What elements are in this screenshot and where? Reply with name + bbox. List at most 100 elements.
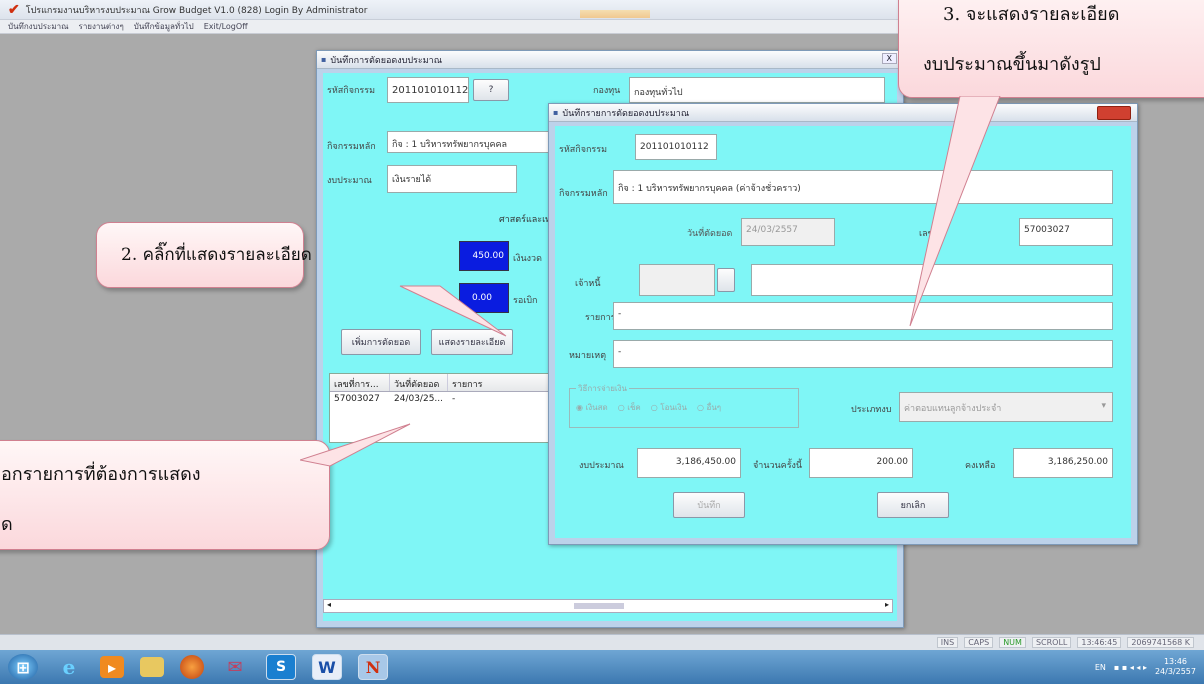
- tray-language[interactable]: EN: [1095, 663, 1106, 672]
- tray-icons[interactable]: ▪ ▪ ◂ ◂ ▸: [1114, 663, 1147, 672]
- lookup-button[interactable]: ?: [473, 79, 509, 101]
- budget-category-select[interactable]: ค่าตอบแทนลูกจ้างประจำ ▾: [899, 392, 1113, 422]
- grid-header-date[interactable]: วันที่ตัดยอด: [390, 374, 448, 391]
- detail-window: ▪ บันทึกรายการตัดยอดงบประมาณ รหัสกิจกรรม…: [548, 103, 1138, 545]
- detail-window-body: รหัสกิจกรรม 201101010112 กิจกรรมหลัก กิจ…: [555, 126, 1131, 538]
- detail-creditor-label: เจ้าหนี้: [575, 279, 601, 289]
- detail-creditor-code[interactable]: [639, 264, 715, 296]
- mail-icon[interactable]: ✉: [220, 654, 250, 680]
- project-text: ศาสตร์และเทคโนโลยี: [495, 208, 555, 228]
- detail-this-time-field[interactable]: 200.00: [809, 448, 913, 478]
- callout-1-line-2: ด: [1, 514, 13, 535]
- detail-budget-label: งบประมาณ: [579, 461, 624, 471]
- app-logo-icon: ✔: [8, 1, 20, 18]
- scroll-left-icon[interactable]: ◂: [327, 600, 331, 609]
- callout-3-line-1: 3. จะแสดงรายละเอียด: [943, 4, 1120, 25]
- group-label: กองทุน: [593, 86, 621, 96]
- menu-item-exit[interactable]: Exit/LogOff: [204, 22, 248, 31]
- grid-header-row: เลขที่การ... วันที่ตัดยอด รายการ: [330, 374, 552, 392]
- activity-label: กิจกรรมหลัก: [327, 142, 376, 152]
- detail-doc-no-field[interactable]: 57003027: [1019, 218, 1113, 246]
- detail-activity-field[interactable]: กิจ : 1 บริหารทรัพยากรบุคคล (ค่าจ้างชั่ว…: [613, 170, 1113, 204]
- start-icon[interactable]: ⊞: [8, 654, 38, 680]
- main-window-titlebar: ▪ บันทึกการตัดยอดงบประมาณ X: [317, 51, 903, 69]
- callout-2-pointer: [399, 285, 507, 337]
- grid-cell-doc-no: 57003027: [334, 394, 380, 404]
- detail-activity-code-field[interactable]: 201101010112: [635, 134, 717, 160]
- scroll-thumb[interactable]: [574, 603, 624, 609]
- detail-budget-field[interactable]: 3,186,450.00: [637, 448, 741, 478]
- titlebar-highlight: [580, 10, 650, 18]
- budget-type-field[interactable]: เงินรายได้: [387, 165, 517, 193]
- detail-this-time-label: จำนวนครั้งนี้: [753, 461, 803, 471]
- grid-header-item[interactable]: รายการ: [448, 374, 552, 391]
- status-caps: CAPS: [964, 637, 994, 648]
- table-row[interactable]: 57003027 24/03/25... -: [330, 392, 552, 408]
- grid-header-doc-no[interactable]: เลขที่การ...: [330, 374, 390, 391]
- detail-date-field[interactable]: 24/03/2557: [741, 218, 835, 246]
- radio-transfer-label: โอนเงิน: [660, 403, 687, 412]
- radio-check[interactable]: ○ เช็ค: [618, 401, 641, 414]
- scroll-right-icon[interactable]: ▸: [885, 600, 889, 609]
- radio-other[interactable]: ○ อื่นๆ: [697, 401, 721, 414]
- group-field[interactable]: กองทุนทั่วไป: [629, 77, 885, 103]
- payment-method-legend: วิธีการจ่ายเงิน: [576, 382, 629, 395]
- status-memory: 2069741568 K: [1127, 637, 1194, 648]
- window-icon: ▪: [321, 55, 327, 64]
- system-tray: EN ▪ ▪ ◂ ◂ ▸ 13:46 24/3/2557: [1095, 650, 1196, 684]
- status-num: NUM: [999, 637, 1026, 648]
- ie-icon[interactable]: e: [54, 654, 84, 680]
- taskbar: ⊞ e ▸ ✉ S W N: [0, 650, 1204, 684]
- chevron-down-icon[interactable]: ▾: [1101, 401, 1106, 411]
- callout-1-line-1: อกรายการที่ต้องการแสดง: [1, 464, 201, 485]
- callout-1-pointer: [300, 423, 411, 467]
- cancel-button[interactable]: ยกเลิก: [877, 492, 949, 518]
- detail-note-field[interactable]: -: [613, 340, 1113, 368]
- save-button[interactable]: บันทึก: [673, 492, 745, 518]
- amount1-label: เงินงวด: [513, 254, 542, 264]
- explorer-icon[interactable]: [140, 657, 164, 677]
- callout-step-2: 2. คลิ๊กที่แสดงรายละเอียด: [96, 222, 312, 288]
- menu-item-reports[interactable]: รายงานต่างๆ: [79, 20, 124, 33]
- menu-item-budget[interactable]: บันทึกงบประมาณ: [8, 20, 69, 33]
- activity-code-field[interactable]: 201101010112: [387, 77, 469, 103]
- status-ins: INS: [936, 637, 959, 648]
- status-strip: INS CAPS NUM SCROLL 13:46:45 2069741568 …: [0, 634, 1204, 650]
- main-window-title: บันทึกการตัดยอดงบประมาณ: [330, 55, 443, 66]
- creditor-lookup-button[interactable]: [717, 268, 735, 292]
- activity-code-label: รหัสกิจกรรม: [327, 86, 376, 96]
- detail-window-title: บันทึกรายการตัดยอดงบประมาณ: [562, 108, 690, 119]
- callout-2-text: 2. คลิ๊กที่แสดงรายละเอียด: [121, 245, 312, 265]
- firefox-icon[interactable]: [180, 655, 204, 679]
- radio-cash[interactable]: ◉ เงินสด: [576, 401, 608, 414]
- media-player-icon[interactable]: ▸: [100, 656, 124, 678]
- tray-clock[interactable]: 13:46 24/3/2557: [1155, 657, 1196, 677]
- detail-remain-field[interactable]: 3,186,250.00: [1013, 448, 1113, 478]
- amount-field-1: 450.00: [459, 241, 509, 271]
- callout-3-line-2: งบประมาณขึ้นมาดังรูป: [923, 54, 1101, 75]
- menu-item-general-data[interactable]: บันทึกข้อมูลทั่วไป: [134, 20, 194, 33]
- callout-step-3: 3. จะแสดงรายละเอียด งบประมาณขึ้นมาดังรูป: [898, 0, 1204, 98]
- activity-field[interactable]: กิจ : 1 บริหารทรัพยากรบุคคล: [387, 131, 567, 153]
- grid-cell-date: 24/03/25...: [394, 394, 444, 404]
- callout-step-1: อกรายการที่ต้องการแสดง ด: [0, 440, 330, 550]
- payment-method-group: วิธีการจ่ายเงิน ◉ เงินสด ○ เช็ค ○ โอนเงิ…: [569, 382, 799, 428]
- radio-other-label: อื่นๆ: [706, 403, 722, 412]
- word-icon[interactable]: W: [312, 654, 342, 680]
- budget-category-label: ประเภทงบ: [851, 405, 892, 415]
- close-icon[interactable]: [1097, 106, 1131, 120]
- radio-transfer[interactable]: ○ โอนเงิน: [651, 401, 687, 414]
- close-button[interactable]: X: [881, 53, 897, 64]
- status-scroll: SCROLL: [1031, 637, 1072, 648]
- skype-icon[interactable]: S: [266, 654, 296, 680]
- horizontal-scrollbar[interactable]: ◂ ▸: [323, 599, 893, 613]
- detail-list-field[interactable]: -: [613, 302, 1113, 330]
- window-icon: ▪: [553, 108, 559, 117]
- budget-type-label: งบประมาณ: [327, 176, 372, 186]
- radio-cash-label: เงินสด: [585, 403, 608, 412]
- detail-remain-label: คงเหลือ: [965, 461, 996, 471]
- detail-activity-label: กิจกรรมหลัก: [559, 189, 608, 199]
- grow-budget-app-icon[interactable]: N: [358, 654, 388, 680]
- status-time: 13:46:45: [1077, 637, 1122, 648]
- budget-category-value: ค่าตอบแทนลูกจ้างประจำ: [904, 404, 1002, 414]
